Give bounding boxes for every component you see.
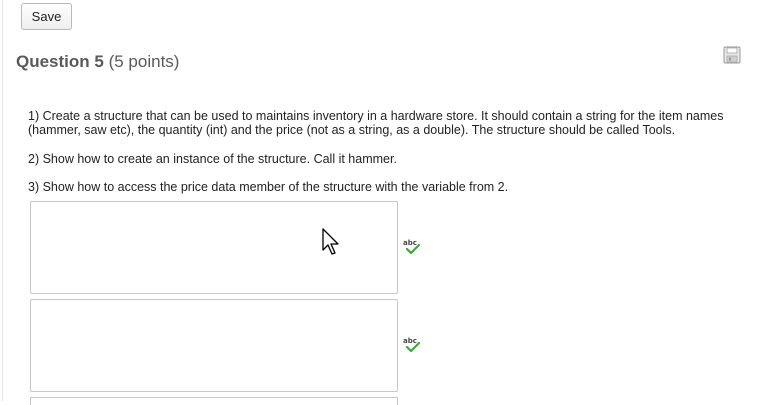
save-button[interactable]: Save <box>21 3 72 30</box>
question-part-1: 1) Create a structure that can be used t… <box>28 108 724 138</box>
spellcheck-icon[interactable]: abc <box>402 336 422 354</box>
floppy-disk-icon[interactable] <box>723 46 741 64</box>
left-border <box>2 0 3 401</box>
question-number: Question 5 <box>16 52 104 71</box>
answer-textarea-2[interactable] <box>30 299 398 392</box>
svg-text:abc: abc <box>403 337 417 345</box>
answer-textarea-3[interactable] <box>30 397 398 405</box>
question-part-3: 3) Show how to access the price data mem… <box>28 179 509 194</box>
answer-textarea-1[interactable] <box>30 201 398 294</box>
svg-text:abc: abc <box>403 239 417 247</box>
mouse-pointer-icon <box>322 228 339 255</box>
question-title: Question 5 (5 points) <box>16 52 179 72</box>
question-part-2: 2) Show how to create an instance of the… <box>28 151 397 166</box>
spellcheck-icon[interactable]: abc <box>402 238 422 256</box>
question-points: (5 points) <box>108 52 180 71</box>
